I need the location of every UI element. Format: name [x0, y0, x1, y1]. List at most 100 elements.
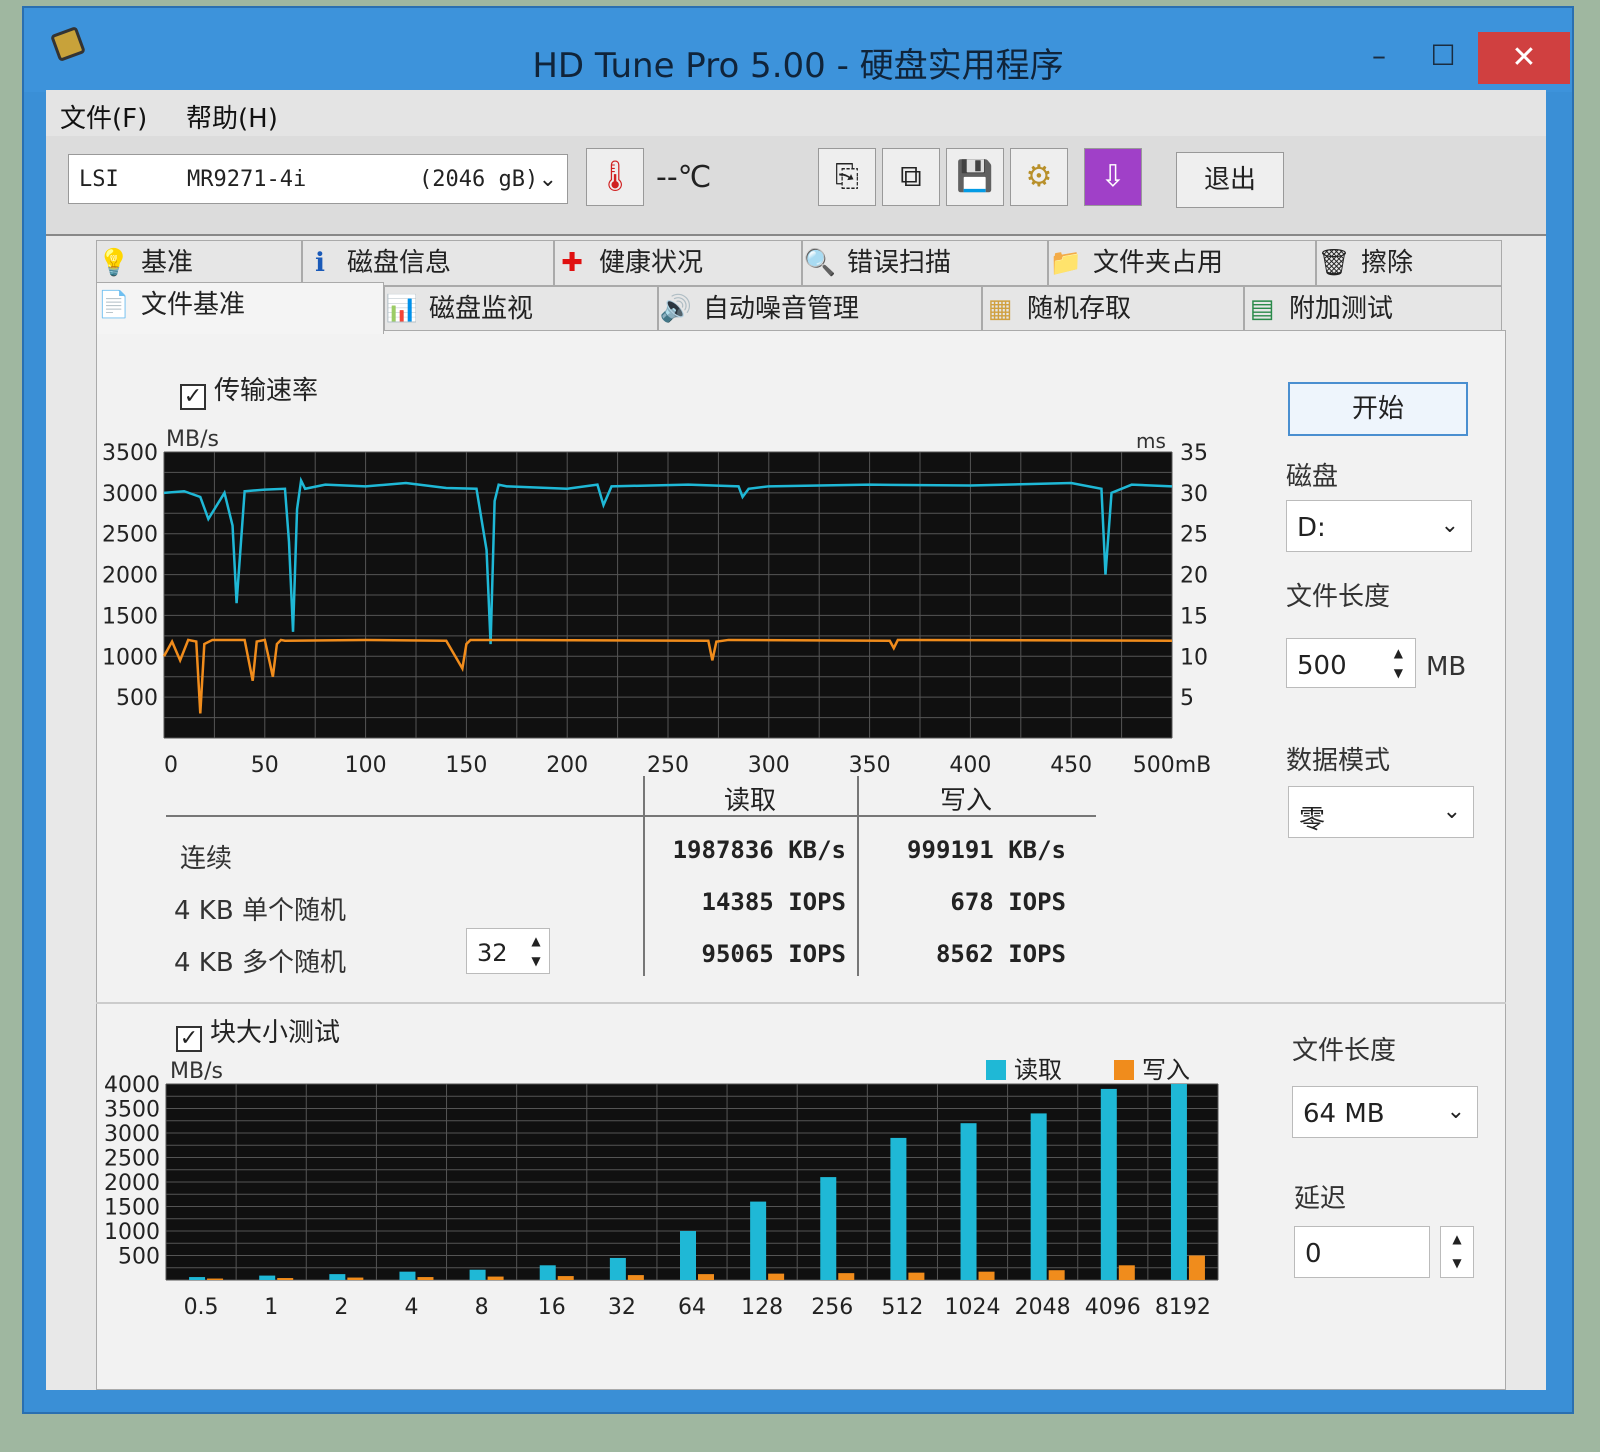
exit-button[interactable]: 退出 [1176, 152, 1284, 208]
tab-error-scan[interactable]: 🔍 错误扫描 [802, 240, 1048, 286]
x-tick-label: 8192 [1155, 1295, 1211, 1320]
tab-health[interactable]: ✚ 健康状况 [554, 240, 802, 286]
random-access-icon: ▦ [987, 294, 1013, 324]
read-bar [259, 1275, 276, 1280]
write-bar [1188, 1255, 1205, 1280]
y-axis-label: MB/s [170, 1059, 223, 1084]
write-bar [698, 1274, 714, 1280]
y-tick-label: 1500 [102, 604, 158, 629]
close-button[interactable]: ✕ [1478, 32, 1570, 84]
read-bar [609, 1257, 626, 1280]
toolbar: LSI MR9271-4i (2046 gB) ⌄ 🌡 --℃ ⎘ ⧉ 💾 ⚙ … [46, 136, 1546, 236]
y2-tick-label: 25 [1180, 523, 1208, 548]
data-mode-label: 数据模式 [1286, 746, 1391, 776]
options-icon[interactable]: ⚙ [1010, 148, 1068, 206]
write-bar [557, 1276, 574, 1280]
x-tick-label: 1 [264, 1295, 278, 1320]
transfer-rate-checkbox[interactable]: ✓ 传输速率 [180, 370, 318, 410]
delay-input[interactable]: 0 [1294, 1226, 1430, 1278]
minimize-button[interactable]: – [1354, 36, 1404, 76]
tab-disk-info[interactable]: ℹ 磁盘信息 [302, 240, 554, 286]
tab-erase[interactable]: 🗑 擦除 [1316, 240, 1502, 286]
tab-random-access[interactable]: ▦ 随机存取 [982, 286, 1244, 332]
x-tick-label: 16 [538, 1295, 566, 1320]
x-tick-label: 200 [546, 753, 588, 778]
tab-folder-usage[interactable]: 📁 文件夹占用 [1048, 240, 1316, 286]
download-icon[interactable]: ⇩ [1084, 148, 1142, 206]
y-tick-label: 2000 [104, 1171, 160, 1196]
drive-select[interactable]: LSI MR9271-4i (2046 gB) ⌄ [68, 154, 568, 204]
read-header: 读取 [724, 786, 777, 816]
disk-label: 磁盘 [1286, 462, 1339, 492]
x-tick-label: 256 [811, 1295, 853, 1320]
write-bar [1048, 1270, 1065, 1280]
x-tick-label: 32 [608, 1295, 636, 1320]
chevron-down-icon: ⌄ [1446, 1099, 1465, 1124]
data-mode-select[interactable]: 零 ⌄ [1288, 786, 1474, 838]
y-tick-label: 3000 [104, 1122, 160, 1147]
write-bar [417, 1277, 434, 1280]
tab-noise-management[interactable]: 🔊 自动噪音管理 [658, 286, 982, 332]
save-icon[interactable]: 💾 [946, 148, 1004, 206]
menu-bar: 文件(F) 帮助(H) [46, 90, 1546, 136]
y2-tick-label: 20 [1180, 564, 1208, 589]
stepper-arrows-icon[interactable]: ▲ ▼ [525, 931, 547, 971]
maximize-button[interactable]: ☐ [1418, 36, 1468, 76]
x-tick-label: 300 [748, 753, 790, 778]
app-window: HD Tune Pro 5.00 - 硬盘实用程序 – ☐ ✕ 文件(F) 帮助… [22, 6, 1574, 1414]
y2-tick-label: 5 [1180, 686, 1194, 711]
sequential-label: 连续 [180, 844, 233, 874]
y-tick-label: 4000 [104, 1073, 160, 1098]
copy-screenshot-icon[interactable]: ⧉ [882, 148, 940, 206]
stepper-arrows-icon[interactable]: ▲ ▼ [1394, 643, 1403, 683]
y2-tick-label: 30 [1180, 482, 1208, 507]
sequential-read-value: 1987836 KB/s [672, 836, 846, 864]
y-tick-label: 3000 [102, 482, 158, 507]
x-tick-label: 400 [949, 753, 991, 778]
tab-file-benchmark[interactable]: 📄 文件基准 [96, 282, 384, 334]
block-size-checkbox[interactable]: ✓ 块大小测试 [176, 1012, 340, 1052]
chevron-down-icon: ⌄ [538, 167, 557, 192]
copy-text-icon[interactable]: ⎘ [818, 148, 876, 206]
x-tick-label: 512 [881, 1295, 923, 1320]
y-tick-label: 500 [116, 686, 158, 711]
read-bar [1170, 1084, 1187, 1280]
read-bar [189, 1277, 206, 1280]
file-length-input[interactable]: 500 ▲ ▼ [1286, 638, 1416, 688]
block-file-length-select[interactable]: 64 MB ⌄ [1292, 1086, 1478, 1138]
y-tick-label: 2500 [102, 523, 158, 548]
read-bar [820, 1177, 837, 1280]
file-benchmark-icon: 📄 [97, 290, 131, 320]
x-tick-label: 128 [741, 1295, 783, 1320]
y-axis-label: MB/s [166, 427, 219, 452]
check-icon: ✓ [176, 1026, 202, 1052]
disk-select[interactable]: D: ⌄ [1286, 500, 1472, 552]
x-tick-label: 500mB [1133, 753, 1212, 778]
tab-disk-monitor[interactable]: 📊 磁盘监视 [384, 286, 658, 332]
x-tick-label: 2 [334, 1295, 348, 1320]
extra-tests-icon: ▤ [1249, 294, 1275, 324]
info-icon: ℹ [315, 248, 325, 278]
delay-label: 延迟 [1294, 1184, 1347, 1214]
queue-depth-value: 32 [477, 939, 508, 967]
start-button[interactable]: 开始 [1288, 382, 1468, 436]
window-title: HD Tune Pro 5.00 - 硬盘实用程序 [532, 46, 1064, 86]
x-tick-label: 0 [164, 753, 178, 778]
y-tick-label: 1500 [104, 1196, 160, 1221]
menu-file[interactable]: 文件(F) [60, 98, 147, 135]
title-bar: HD Tune Pro 5.00 - 硬盘实用程序 – ☐ ✕ [24, 8, 1572, 92]
tab-benchmark[interactable]: 💡 基准 [96, 240, 302, 286]
delay-stepper-icon[interactable]: ▲ ▼ [1440, 1226, 1474, 1278]
y-tick-label: 3500 [104, 1098, 160, 1123]
file-length-unit: MB [1426, 652, 1467, 682]
x-tick-label: 4 [404, 1295, 418, 1320]
write-header: 写入 [940, 786, 993, 816]
bulb-icon: 💡 [97, 248, 131, 278]
x-tick-label: 4096 [1085, 1295, 1141, 1320]
x-tick-label: 8 [475, 1295, 489, 1320]
x-tick-label: 0.5 [184, 1295, 219, 1320]
x-tick-label: 250 [647, 753, 689, 778]
queue-depth-stepper[interactable]: 32 ▲ ▼ [466, 928, 550, 974]
menu-help[interactable]: 帮助(H) [186, 98, 278, 135]
tab-extra-tests[interactable]: ▤ 附加测试 [1244, 286, 1502, 332]
